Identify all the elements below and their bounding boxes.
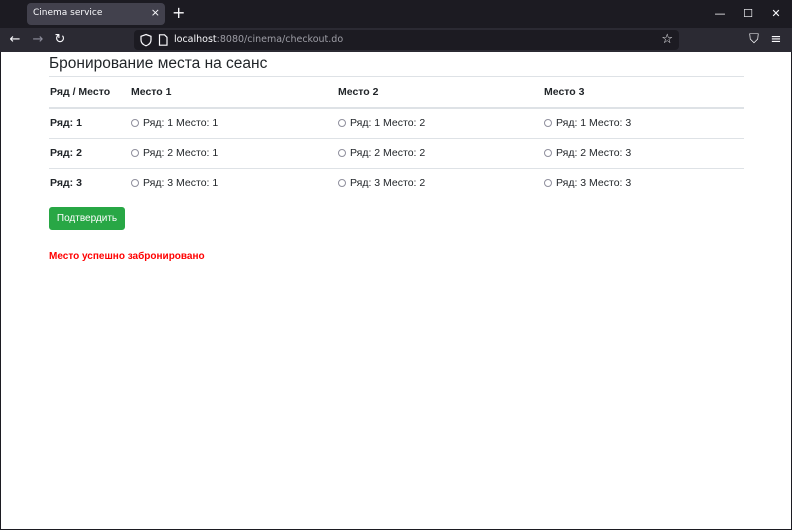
header-seat-1: Место 1 [131, 77, 338, 109]
seat-option[interactable]: Ряд: 1 Место: 2 [338, 117, 425, 129]
seat-radio[interactable] [131, 178, 139, 187]
seat-radio[interactable] [338, 148, 346, 157]
back-icon[interactable]: ← [7, 32, 23, 48]
seat-option[interactable]: Ряд: 3 Место: 1 [131, 177, 218, 189]
url-host: localhost [174, 34, 217, 45]
seat-radio[interactable] [544, 178, 552, 187]
confirm-button[interactable]: Подтвердить [49, 207, 125, 230]
page-content: Бронирование места на сеанс Ряд / Место … [1, 52, 791, 529]
page-info-icon[interactable] [156, 33, 170, 47]
table-row: Ряд: 2 Ряд: 2 Место: 1 Ряд: 2 Место: 2 Р… [49, 138, 744, 169]
row-label: Ряд: 1 [49, 108, 131, 139]
seat-label: Ряд: 2 Место: 2 [350, 146, 426, 159]
shield-icon[interactable] [139, 33, 153, 47]
reload-icon[interactable]: ↻ [52, 32, 68, 48]
bookmark-star-icon[interactable]: ☆ [661, 32, 673, 48]
seat-radio[interactable] [544, 118, 552, 127]
seat-option[interactable]: Ряд: 3 Место: 2 [338, 177, 425, 189]
table-row: Ряд: 1 Ряд: 1 Место: 1 Ряд: 1 Место: 2 Р… [49, 108, 744, 139]
success-message: Место успешно забронировано [49, 251, 205, 262]
table-row: Ряд: 3 Ряд: 3 Место: 1 Ряд: 3 Место: 2 Р… [49, 168, 744, 198]
seat-label: Ряд: 2 Место: 3 [556, 146, 632, 159]
seat-radio[interactable] [338, 118, 346, 127]
forward-icon[interactable]: → [30, 32, 46, 48]
tab-cinema-service[interactable]: Cinema service × [27, 3, 165, 25]
row-label: Ряд: 2 [49, 138, 131, 169]
seat-option[interactable]: Ряд: 3 Место: 3 [544, 177, 631, 189]
minimize-icon[interactable]: — [712, 6, 728, 22]
seat-option[interactable]: Ряд: 1 Место: 3 [544, 117, 631, 129]
new-tab-icon[interactable]: + [172, 4, 185, 22]
seat-label: Ряд: 2 Место: 1 [143, 146, 219, 159]
header-seat-3: Место 3 [544, 77, 744, 109]
tab-title: Cinema service [33, 8, 103, 18]
url-bar[interactable]: localhost:8080/cinema/checkout.do ☆ [134, 30, 679, 50]
seat-table: Ряд / Место Место 1 Место 2 Место 3 Ряд:… [49, 77, 744, 198]
header-row-seat: Ряд / Место [49, 77, 131, 109]
page-title: Бронирование места на сеанс [49, 55, 268, 72]
seat-label: Ряд: 1 Место: 3 [556, 116, 632, 129]
tab-close-icon[interactable]: × [151, 6, 160, 20]
seat-label: Ряд: 3 Место: 3 [556, 176, 632, 189]
seat-label: Ряд: 1 Место: 2 [350, 116, 426, 129]
browser-window: Cinema service × + — ☐ ✕ ← → ↻ localhost… [0, 0, 792, 530]
close-window-icon[interactable]: ✕ [768, 6, 784, 22]
nav-bar: ← → ↻ localhost:8080/cinema/checkout.do … [0, 28, 792, 52]
seat-radio[interactable] [131, 118, 139, 127]
pocket-icon[interactable]: ⛉ [746, 32, 762, 48]
seat-option[interactable]: Ряд: 2 Место: 1 [131, 147, 218, 159]
tab-strip: Cinema service × + — ☐ ✕ [0, 0, 792, 28]
seat-radio[interactable] [544, 148, 552, 157]
url-path: :8080/cinema/checkout.do [216, 34, 344, 45]
seat-radio[interactable] [338, 178, 346, 187]
maximize-icon[interactable]: ☐ [740, 6, 756, 22]
seat-label: Ряд: 3 Место: 2 [350, 176, 426, 189]
row-label: Ряд: 3 [50, 177, 82, 190]
seat-radio[interactable] [131, 148, 139, 157]
seat-option[interactable]: Ряд: 2 Место: 2 [338, 147, 425, 159]
seat-label: Ряд: 3 Место: 1 [143, 176, 219, 189]
seat-option[interactable]: Ряд: 1 Место: 1 [131, 117, 218, 129]
header-seat-2: Место 2 [338, 77, 544, 109]
seat-option[interactable]: Ряд: 2 Место: 3 [544, 147, 631, 159]
seat-label: Ряд: 1 Место: 1 [143, 116, 219, 129]
menu-icon[interactable]: ≡ [768, 32, 784, 48]
url-text[interactable]: localhost:8080/cinema/checkout.do [174, 34, 343, 45]
table-header-row: Ряд / Место Место 1 Место 2 Место 3 [49, 77, 744, 109]
